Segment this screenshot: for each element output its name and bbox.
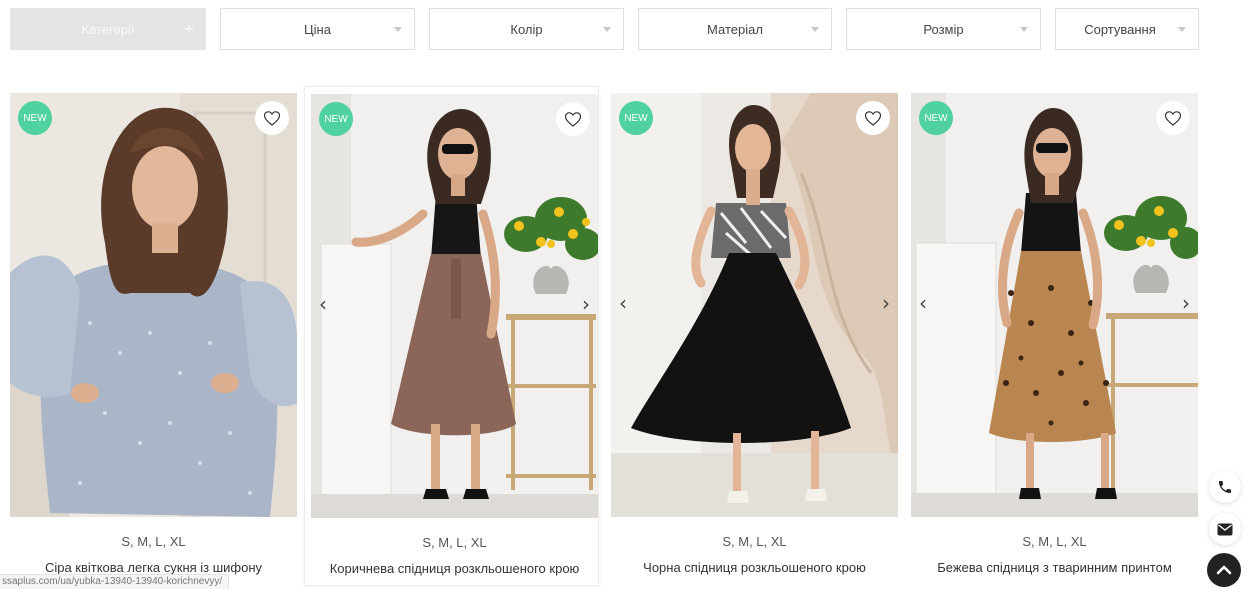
product-title[interactable]: Бежева спідниця з тваринним принтом bbox=[911, 560, 1198, 575]
new-badge: NEW bbox=[18, 101, 52, 135]
mail-button[interactable] bbox=[1209, 513, 1241, 545]
filter-color-label: Колір bbox=[510, 21, 543, 37]
heart-icon[interactable] bbox=[255, 101, 289, 135]
product-title[interactable]: Сіра квіткова легка сукня із шифону bbox=[10, 560, 297, 575]
image-next-arrow[interactable]: › bbox=[878, 291, 894, 315]
product-image[interactable]: NEW ‹ › bbox=[911, 93, 1198, 517]
heart-icon[interactable] bbox=[1156, 101, 1190, 135]
phone-button[interactable] bbox=[1209, 471, 1241, 503]
image-prev-arrow[interactable]: ‹ bbox=[315, 292, 331, 316]
image-next-arrow[interactable]: › bbox=[578, 292, 594, 316]
filter-color[interactable]: Колір bbox=[429, 8, 624, 50]
phone-icon bbox=[1219, 481, 1231, 493]
filter-sort[interactable]: Сортування bbox=[1055, 8, 1199, 50]
filter-categories-label: Категорії bbox=[81, 21, 135, 37]
product-title[interactable]: Коричнева спідниця розкльошеного крою bbox=[311, 561, 598, 576]
new-badge: NEW bbox=[619, 101, 653, 135]
image-prev-arrow[interactable]: ‹ bbox=[915, 291, 931, 315]
heart-icon[interactable] bbox=[856, 101, 890, 135]
image-prev-arrow[interactable]: ‹ bbox=[615, 291, 631, 315]
chevron-down-icon bbox=[603, 27, 611, 32]
product-card[interactable]: NEW S, M, L, XL Сіра квіткова легка сукн… bbox=[10, 86, 305, 586]
image-next-arrow[interactable]: › bbox=[1178, 291, 1194, 315]
filter-categories[interactable]: Категорії bbox=[10, 8, 206, 50]
product-card[interactable]: NEW ‹ › S, M, L, XL Бежева спідниця з тв… bbox=[911, 86, 1206, 586]
product-card[interactable]: NEW ‹ › S, M, L, XL Коричнева спідниця р… bbox=[304, 86, 599, 586]
scroll-to-top-button[interactable] bbox=[1207, 553, 1241, 587]
chevron-down-icon bbox=[1178, 27, 1186, 32]
product-sizes: S, M, L, XL bbox=[722, 534, 787, 549]
chevron-down-icon bbox=[394, 27, 402, 32]
filter-price-label: Ціна bbox=[304, 21, 331, 37]
filter-material[interactable]: Матеріал bbox=[638, 8, 832, 50]
filter-bar: Категорії Ціна Колір Матеріал Розмір Сор… bbox=[10, 8, 1251, 52]
mail-icon bbox=[1217, 523, 1233, 535]
product-image[interactable]: NEW bbox=[10, 93, 297, 517]
new-badge: NEW bbox=[919, 101, 953, 135]
product-sizes: S, M, L, XL bbox=[422, 535, 487, 550]
heart-icon[interactable] bbox=[556, 102, 590, 136]
plus-icon bbox=[185, 25, 193, 33]
filter-size-label: Розмір bbox=[923, 21, 964, 37]
product-image[interactable]: NEW ‹ › bbox=[311, 94, 598, 518]
product-sizes: S, M, L, XL bbox=[1022, 534, 1087, 549]
scroll-up-icon bbox=[1216, 565, 1232, 575]
filter-price[interactable]: Ціна bbox=[220, 8, 415, 50]
product-sizes: S, M, L, XL bbox=[121, 534, 186, 549]
product-image[interactable]: NEW ‹ › bbox=[611, 93, 898, 517]
product-title[interactable]: Чорна спідниця розкльошеного крою bbox=[611, 560, 898, 575]
filter-size[interactable]: Розмір bbox=[846, 8, 1041, 50]
chevron-down-icon bbox=[1020, 27, 1028, 32]
new-badge: NEW bbox=[319, 102, 353, 136]
filter-sort-label: Сортування bbox=[1084, 21, 1156, 37]
chevron-down-icon bbox=[811, 27, 819, 32]
status-bar-url: ssaplus.com/ua/yubka-13940-13940-korichn… bbox=[0, 574, 230, 589]
product-card[interactable]: NEW ‹ › S, M, L, XL Чорна спідниця розкл… bbox=[611, 86, 906, 586]
filter-material-label: Матеріал bbox=[707, 21, 763, 37]
